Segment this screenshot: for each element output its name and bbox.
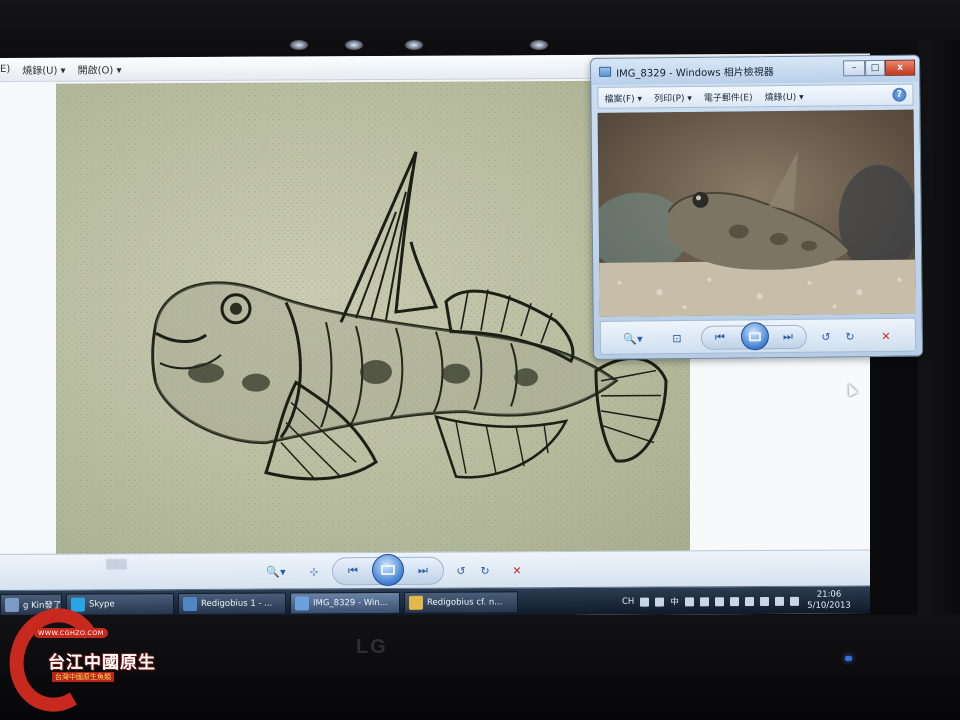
- tray-icon[interactable]: [744, 596, 754, 606]
- menu-print[interactable]: 列印(P) ▾: [654, 90, 692, 103]
- language-indicator[interactable]: CH: [622, 597, 634, 607]
- photo-viewer-toolbar: 🔍▾ ⊡ ⏮ ⏭ ↺ ↻ ✕: [599, 317, 917, 355]
- menu-file[interactable]: 檔案(F) ▾: [604, 91, 642, 104]
- monitor-bezel-right: [918, 40, 960, 640]
- watermark-title: 台江中國原生: [48, 653, 156, 673]
- menu-burn[interactable]: 燒錄(U) ▾: [765, 89, 804, 102]
- tray-icon[interactable]: [729, 596, 739, 606]
- watermark-subtitle: 台灣中國原生魚類: [52, 672, 114, 682]
- close-button[interactable]: x: [885, 59, 916, 76]
- next-button[interactable]: ⏭: [777, 328, 799, 346]
- slideshow-button[interactable]: [372, 553, 404, 587]
- volume-icon[interactable]: [789, 596, 799, 606]
- light-reflection: [290, 40, 308, 50]
- watermark-url: WWW.CGHZO.COM: [34, 628, 108, 638]
- light-reflection: [405, 40, 423, 50]
- rotate-ccw-button[interactable]: ↺: [817, 327, 835, 345]
- next-button[interactable]: ⏭: [412, 561, 434, 581]
- monitor-brand-logo: LG: [356, 636, 388, 658]
- background-viewer-toolbar: ▒▒▒ 🔍▾ ⊹ ⏮ ⏭ ↺ ↻ ✕: [0, 549, 870, 590]
- menu-item-edit[interactable]: E): [0, 64, 10, 75]
- system-tray: CH 中: [622, 591, 799, 612]
- folder-icon: [409, 595, 423, 610]
- taskbar-item-redigobius-folder[interactable]: Redigobius cf. n...: [404, 591, 518, 614]
- rotate-cw-button[interactable]: ↻: [841, 327, 859, 345]
- rotate-cw-button[interactable]: ↻: [476, 560, 494, 580]
- taskbar-clock[interactable]: 21:06 5/10/2013: [800, 590, 858, 612]
- light-reflection: [345, 40, 363, 50]
- previous-button[interactable]: ⏮: [709, 329, 731, 347]
- site-watermark: WWW.CGHZO.COM 台江中國原生 台灣中國原生魚類: [0, 597, 184, 720]
- slideshow-icon: [748, 331, 761, 341]
- help-tray-icon[interactable]: [714, 596, 724, 606]
- help-icon[interactable]: ?: [892, 87, 907, 102]
- fish-photo: [597, 109, 916, 317]
- menu-item-burn[interactable]: 燒錄(U) ▾: [22, 62, 65, 77]
- background-viewer-canvas-right: [690, 353, 870, 555]
- actual-size-button[interactable]: ⊡: [667, 329, 687, 347]
- taskbar-item-label: Redigobius cf. n...: [427, 597, 503, 608]
- photo-of-monitor: E) 燒錄(U) ▾ 開啟(O) ▾ ▒▒▒ 🔍▾ ⊹ ⏮ ⏭ ↺ ↻ ✕ g …: [0, 0, 960, 720]
- photo-viewer-window: IMG_8329 - Windows 相片檢視器 – □ x 檔案(F) ▾ 列…: [590, 54, 924, 360]
- background-viewer-canvas-left: [0, 81, 56, 552]
- photo-viewer-icon: [295, 596, 309, 611]
- maximize-button[interactable]: □: [865, 59, 886, 77]
- tray-icon[interactable]: [699, 596, 709, 606]
- photo-viewer-icon: [183, 596, 197, 612]
- menu-item-open[interactable]: 開啟(O) ▾: [78, 61, 122, 76]
- taskbar-item-img-8329[interactable]: IMG_8329 - Win...: [290, 591, 400, 615]
- delete-button[interactable]: ✕: [877, 327, 895, 345]
- photo-viewer-menubar: 檔案(F) ▾ 列印(P) ▾ 電子郵件(E) 燒錄(U) ▾ ?: [597, 83, 914, 109]
- ime-indicator[interactable]: 中: [670, 595, 679, 607]
- photo-viewer-app-icon: [599, 66, 612, 77]
- rotate-ccw-button[interactable]: ↺: [452, 561, 470, 581]
- fit-window-button[interactable]: ⊹: [304, 561, 324, 581]
- window-title: IMG_8329 - Windows 相片檢視器: [616, 66, 774, 80]
- taskbar-item-label: Redigobius 1 - ...: [201, 598, 273, 609]
- blurred-text: ▒▒▒: [106, 560, 127, 571]
- slideshow-button[interactable]: [740, 322, 770, 351]
- tray-icon[interactable]: [640, 597, 650, 607]
- previous-button[interactable]: ⏮: [342, 561, 364, 581]
- menu-email[interactable]: 電子郵件(E): [704, 90, 753, 104]
- power-led-icon: [845, 656, 852, 661]
- delete-button[interactable]: ✕: [508, 560, 526, 580]
- taskbar-item-label: IMG_8329 - Win...: [313, 597, 388, 609]
- zoom-button[interactable]: 🔍▾: [619, 329, 647, 347]
- clock-date: 5/10/2013: [807, 600, 851, 611]
- slideshow-icon: [381, 564, 395, 576]
- zoom-button[interactable]: 🔍▾: [262, 561, 290, 581]
- network-icon[interactable]: [774, 596, 784, 606]
- tray-icon[interactable]: [655, 597, 665, 607]
- flag-icon[interactable]: [759, 596, 769, 606]
- monitor-bezel-top: [0, 0, 960, 58]
- minimize-button[interactable]: –: [843, 60, 866, 77]
- light-reflection: [530, 40, 548, 50]
- tray-icon[interactable]: [684, 596, 694, 606]
- taskbar-item-redigobius-1[interactable]: Redigobius 1 - ...: [178, 592, 286, 616]
- fish-photo-image: [597, 109, 916, 317]
- clock-time: 21:06: [816, 589, 842, 600]
